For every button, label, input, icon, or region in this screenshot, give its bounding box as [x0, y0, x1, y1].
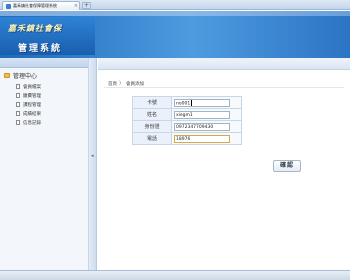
id-number-label: 身份證	[132, 120, 172, 133]
text-cursor	[191, 99, 193, 106]
sidebar: 管理中心 會員檔案 繳費管理 課程管理 成績結果 信息記錄	[0, 58, 89, 270]
document-icon	[16, 84, 20, 89]
tab-title: 嘉禾鎮社會保障管理系統	[13, 3, 57, 8]
card-number-label: 卡號	[132, 96, 172, 109]
breadcrumb-separator-icon: 〉	[119, 81, 125, 87]
breadcrumb-divider	[104, 87, 344, 88]
document-icon	[16, 120, 20, 125]
name-label: 姓名	[132, 108, 172, 121]
breadcrumb-current: 會員添加	[126, 81, 145, 87]
panel-splitter[interactable]: ◂	[89, 58, 97, 270]
content-toolbar	[98, 58, 350, 70]
page-icon	[6, 3, 11, 9]
breadcrumb-home[interactable]: 首頁	[108, 81, 117, 87]
document-icon	[16, 111, 20, 116]
sidebar-item-member-files[interactable]: 會員檔案	[16, 82, 41, 91]
confirm-button[interactable]: 確認	[273, 160, 301, 172]
collapse-arrow-icon[interactable]: ◂	[91, 153, 94, 159]
brand-title: 嘉禾鎮社會保	[8, 24, 62, 33]
logo-area: 嘉禾鎮社會保 管理系統	[0, 17, 95, 55]
sidebar-title: 管理中心	[13, 73, 38, 80]
brand-subtitle: 管理系統	[18, 44, 63, 54]
card-number-field[interactable]: no001	[174, 98, 230, 107]
id-number-field[interactable]: 097234770943​0	[174, 122, 230, 131]
status-bar	[0, 270, 350, 280]
form-row-card-number: 卡號 no001	[132, 96, 242, 109]
browser-tab-bar: 嘉禾鎮社會保障管理系統 × +	[0, 0, 350, 10]
sidebar-root[interactable]: 管理中心	[4, 71, 37, 80]
form-row-phone: 電話 18976	[132, 132, 242, 145]
main-content: 首頁 〉 會員添加	[98, 58, 350, 270]
form-row-id-number: 身份證 097234770943​0	[132, 120, 242, 133]
sidebar-item-courses[interactable]: 課程管理	[16, 100, 41, 109]
sidebar-list: 會員檔案 繳費管理 課程管理 成績結果 信息記錄	[16, 82, 41, 127]
sidebar-header	[0, 58, 88, 68]
app-header: 嘉禾鎮社會保 管理系統	[0, 11, 350, 58]
browser-tab[interactable]: 嘉禾鎮社會保障管理系統 ×	[2, 1, 80, 10]
phone-field[interactable]: 18976	[174, 134, 230, 143]
header-highlight	[0, 11, 350, 16]
document-icon	[16, 93, 20, 98]
document-icon	[16, 102, 20, 107]
member-form: 卡號 no001 姓名 xiegm1 身份證 097234770943​0 電話…	[132, 96, 242, 145]
new-tab-button[interactable]: +	[82, 2, 91, 9]
sidebar-item-payments[interactable]: 繳費管理	[16, 91, 41, 100]
phone-label: 電話	[132, 132, 172, 145]
name-field[interactable]: xiegm1	[174, 110, 230, 119]
folder-icon	[4, 73, 10, 78]
sidebar-item-records[interactable]: 信息記錄	[16, 118, 41, 127]
form-row-name: 姓名 xiegm1	[132, 108, 242, 121]
close-tab-icon[interactable]: ×	[73, 3, 79, 9]
sidebar-item-results[interactable]: 成績結果	[16, 109, 41, 118]
breadcrumb: 首頁 〉 會員添加	[108, 80, 144, 87]
